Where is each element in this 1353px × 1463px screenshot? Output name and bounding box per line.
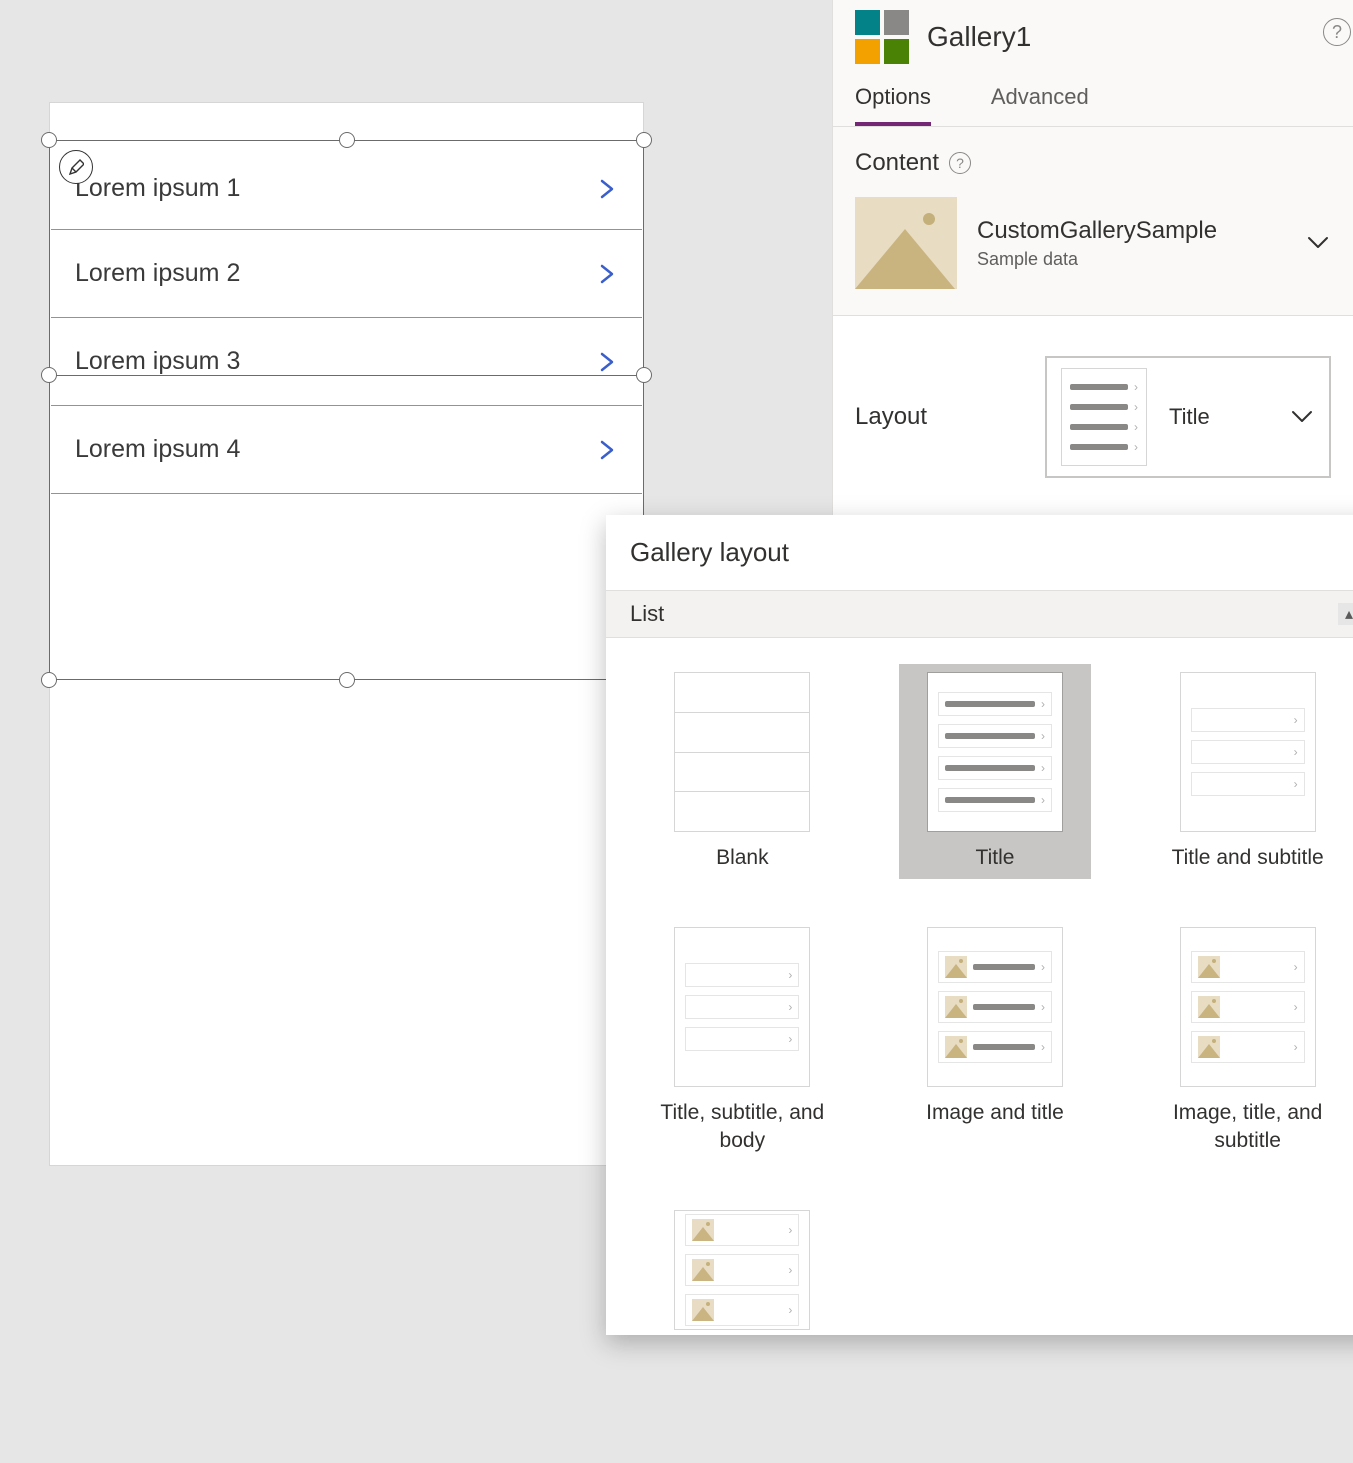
chevron-right-icon [596, 263, 618, 285]
layout-option-image-title-subtitle[interactable]: › › › Image, title, and subtitle [1151, 919, 1344, 1162]
layout-dropdown[interactable]: › › › › Title [1045, 356, 1331, 478]
tab-options[interactable]: Options [855, 84, 931, 126]
content-section: Content ? CustomGallerySample Sample dat… [833, 127, 1353, 316]
layout-section: Layout › › › › Title [833, 316, 1353, 518]
help-icon[interactable]: ? [1323, 18, 1351, 46]
image-placeholder-icon [855, 197, 957, 289]
gallery-row-title: Lorem ipsum 2 [75, 259, 240, 288]
gallery-row-title: Lorem ipsum 4 [75, 435, 240, 464]
edit-template-button[interactable] [59, 150, 93, 184]
layout-thumb-title-icon: › › › › [927, 672, 1063, 832]
layout-option-label: Title [976, 844, 1015, 871]
layout-thumb-blank-icon [674, 672, 810, 832]
popup-section-label: List [630, 601, 664, 627]
popup-section-header[interactable]: List ▴ [606, 590, 1353, 638]
layout-option-image-title[interactable]: › › › Image and title [899, 919, 1092, 1162]
gallery-row-title: Lorem ipsum 3 [75, 347, 240, 376]
resize-handle[interactable] [41, 132, 57, 148]
layout-option-label: Image, title, and subtitle [1163, 1099, 1333, 1154]
layout-thumb-its-icon: › › › [1180, 927, 1316, 1087]
gallery-row[interactable]: Lorem ipsum 4 [51, 406, 642, 494]
popup-title: Gallery layout [606, 515, 1353, 590]
layout-thumb-image-title-icon: › › › [927, 927, 1063, 1087]
layout-selected-name: Title [1169, 404, 1210, 430]
resize-handle[interactable] [41, 367, 57, 383]
layout-option-label: Title, subtitle, and body [657, 1099, 827, 1154]
layout-option-label: Blank [716, 844, 769, 871]
chevron-right-icon [596, 178, 618, 200]
gallery-row-title: Lorem ipsum 1 [75, 174, 240, 203]
pane-tabs: Options Advanced [833, 64, 1353, 127]
resize-handle[interactable] [339, 672, 355, 688]
datasource-hint: Sample data [977, 249, 1217, 270]
layout-option-more[interactable]: › › › [646, 1202, 839, 1335]
resize-handle[interactable] [339, 132, 355, 148]
resize-handle[interactable] [636, 132, 652, 148]
layout-option-title-subtitle-body[interactable]: › › › Title, subtitle, and body [646, 919, 839, 1162]
layout-thumb-tsb-icon: › › › [674, 927, 810, 1087]
tab-advanced[interactable]: Advanced [991, 84, 1089, 126]
section-heading: Content ? [855, 149, 1331, 177]
layout-option-blank[interactable]: Blank [646, 664, 839, 879]
template-divider[interactable] [49, 375, 644, 376]
layout-option-label: Title and subtitle [1172, 844, 1324, 871]
pencil-icon [68, 159, 84, 175]
layout-thumbnail-icon: › › › › [1061, 368, 1147, 466]
control-name[interactable]: Gallery1 [927, 21, 1031, 53]
datasource-selector[interactable]: CustomGallerySample Sample data [855, 197, 1331, 289]
popup-body: Blank › › › › Title › [606, 638, 1353, 1335]
layout-thumb-more-icon: › › › [674, 1210, 810, 1330]
chevron-right-icon [596, 439, 618, 461]
gallery-row[interactable]: Lorem ipsum 1 [51, 142, 642, 230]
gallery-icon [855, 10, 909, 64]
datasource-name: CustomGallerySample [977, 217, 1217, 245]
resize-handle[interactable] [636, 367, 652, 383]
gallery-row[interactable]: Lorem ipsum 3 [51, 318, 642, 406]
content-heading-text: Content [855, 149, 939, 177]
layout-label: Layout [855, 403, 1015, 431]
layout-option-label: Image and title [926, 1099, 1064, 1126]
scroll-up-button[interactable]: ▴ [1338, 603, 1353, 625]
chevron-right-icon [596, 351, 618, 373]
gallery-control[interactable]: Lorem ipsum 1 Lorem ipsum 2 Lorem ipsum … [49, 140, 644, 680]
resize-handle[interactable] [41, 672, 57, 688]
gallery-row[interactable]: Lorem ipsum 2 [51, 230, 642, 318]
layout-option-title-subtitle[interactable]: › › › Title and subtitle [1151, 664, 1344, 879]
layout-popup: Gallery layout List ▴ Blank › › › › [606, 515, 1353, 1335]
pane-header: Gallery1 ? [833, 0, 1353, 64]
chevron-down-icon [1289, 404, 1315, 430]
layout-option-title[interactable]: › › › › Title [899, 664, 1092, 879]
layout-thumb-title-subtitle-icon: › › › [1180, 672, 1316, 832]
help-icon[interactable]: ? [949, 152, 971, 174]
chevron-down-icon [1305, 230, 1331, 256]
